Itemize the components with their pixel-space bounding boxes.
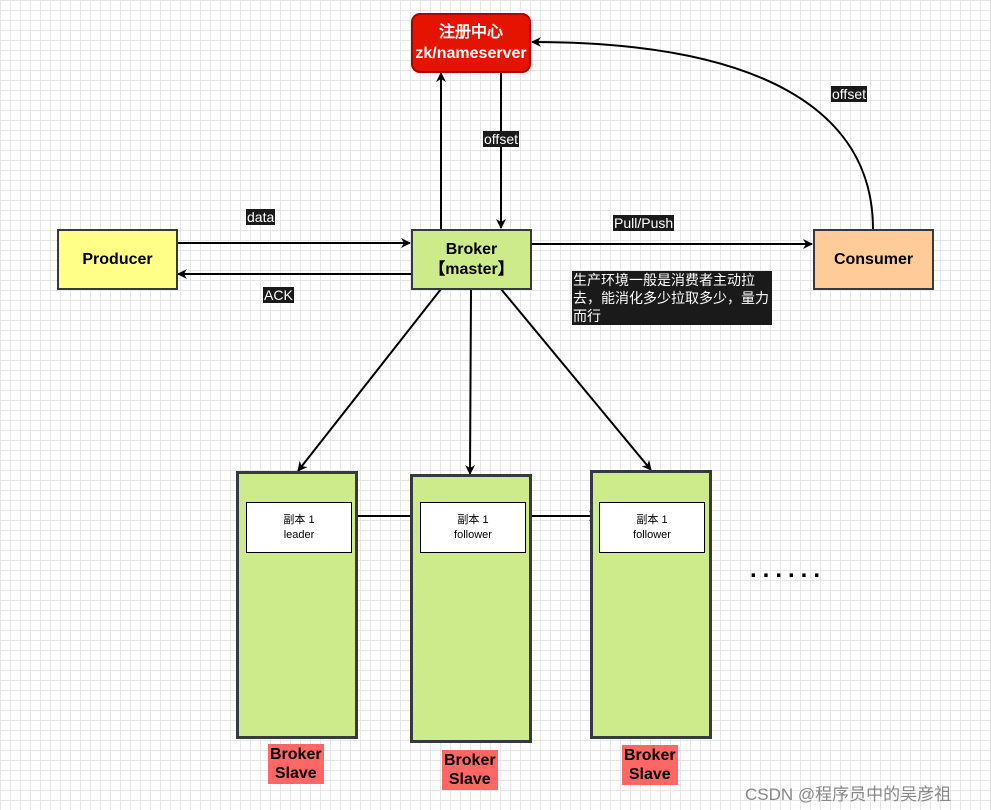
registry-subtitle: zk/nameserver	[415, 45, 527, 62]
ellipsis-more-slaves: ......	[750, 556, 827, 583]
broker-master-title: Broker	[445, 240, 498, 258]
arrow-broker-to-slave-2	[465, 288, 476, 475]
registry-node: 注册中心 zk/nameserver	[411, 13, 531, 73]
replica-role: follower	[454, 528, 492, 541]
note-consumer-pull: 生产环境一般是消费者主动拉去，能消化多少拉取多少，量力而行	[572, 271, 772, 325]
replica-follower-1: 副本 1 follower	[420, 502, 526, 553]
replica-follower-2: 副本 1 follower	[599, 502, 705, 553]
replica-name: 副本 1	[457, 513, 489, 526]
consumer-label: Consumer	[833, 250, 914, 268]
slave-label-role: Slave	[274, 765, 317, 782]
producer-label: Producer	[82, 250, 153, 268]
consumer-node: Consumer	[813, 229, 934, 290]
slave-label-role: Slave	[628, 766, 671, 783]
slave-label-title: Broker	[270, 746, 322, 763]
arrow-consumer-to-registry	[531, 37, 874, 230]
arrow-broker-to-slave-1	[297, 288, 442, 472]
broker-slave-label-1: Broker Slave	[268, 744, 324, 784]
slave-label-title: Broker	[624, 747, 676, 764]
broker-master-node: Broker 【master】	[411, 229, 532, 290]
replica-name: 副本 1	[283, 513, 315, 526]
broker-slave-label-2: Broker Slave	[442, 750, 498, 790]
broker-master-role: 【master】	[429, 260, 514, 278]
edge-label-offset-broker: offset	[483, 131, 519, 147]
edge-label-pull-push: Pull/Push	[613, 215, 675, 231]
slave-label-title: Broker	[444, 752, 496, 769]
watermark: CSDN @程序员中的吴彦祖	[745, 785, 952, 804]
producer-node: Producer	[57, 229, 178, 290]
edge-label-offset-consumer: offset	[831, 86, 867, 102]
replica-role: leader	[283, 528, 315, 541]
edge-label-data: data	[246, 209, 276, 225]
slave-label-role: Slave	[448, 771, 491, 788]
replica-name: 副本 1	[636, 513, 668, 526]
replica-leader: 副本 1 leader	[246, 502, 352, 553]
broker-slave-label-3: Broker Slave	[622, 745, 678, 785]
registry-title: 注册中心	[438, 24, 503, 41]
edge-label-ack: ACK	[263, 287, 294, 303]
replica-role: follower	[633, 528, 671, 541]
